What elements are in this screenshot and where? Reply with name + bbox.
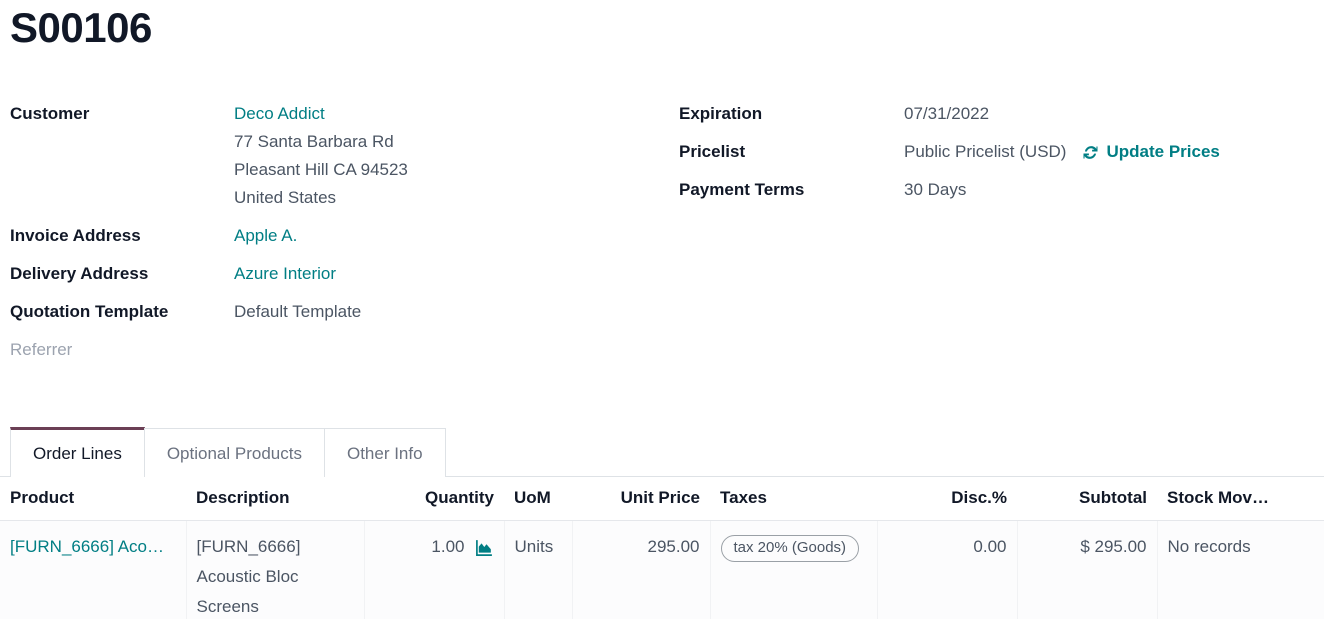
column-header-unit-price[interactable]: Unit Price	[572, 477, 710, 521]
delivery-address-link[interactable]: Azure Interior	[234, 264, 336, 283]
invoice-address-link[interactable]: Apple A.	[234, 226, 297, 245]
field-label-quotation-template: Quotation Template	[10, 302, 169, 321]
cell-stock-moves: No records	[1157, 520, 1324, 619]
field-delivery-address: Delivery Address Azure Interior	[10, 260, 670, 288]
field-expiration: Expiration 07/31/2022	[679, 100, 1319, 128]
customer-address-line-1: 77 Santa Barbara Rd	[234, 132, 394, 151]
tab-order-lines[interactable]: Order Lines	[10, 427, 145, 477]
column-header-stock-moves[interactable]: Stock Mov…	[1157, 477, 1324, 521]
update-prices-label: Update Prices	[1106, 142, 1220, 161]
field-value-delivery-address: Azure Interior	[234, 260, 670, 288]
field-pricelist: Pricelist Public Pricelist (USD) Update …	[679, 138, 1319, 166]
column-header-product[interactable]: Product	[0, 477, 186, 521]
quantity-wrapper: 1.00	[375, 532, 494, 562]
column-header-taxes[interactable]: Taxes	[710, 477, 877, 521]
refresh-icon	[1082, 144, 1099, 161]
product-link[interactable]: [FURN_6666] Aco…	[10, 532, 176, 562]
field-value-customer: Deco Addict 77 Santa Barbara Rd Pleasant…	[234, 100, 670, 212]
customer-address-line-3: United States	[234, 188, 337, 207]
cell-unit-price[interactable]: 295.00	[572, 520, 711, 619]
column-header-description[interactable]: Description	[186, 477, 364, 521]
field-value-expiration[interactable]: 07/31/2022	[904, 100, 1319, 128]
field-label-payment-terms: Payment Terms	[679, 180, 805, 199]
field-label-pricelist: Pricelist	[679, 142, 746, 161]
column-header-discount[interactable]: Disc.%	[877, 477, 1017, 521]
customer-address-line-2: Pleasant Hill CA 94523	[234, 160, 408, 179]
area-chart-icon[interactable]	[475, 538, 494, 557]
field-label-customer: Customer	[10, 104, 90, 123]
sales-order-page: S00106 Customer Deco Addict 77 Santa Bar…	[0, 0, 1324, 619]
quantity-value: 1.00	[431, 537, 465, 556]
form-column-right: Expiration 07/31/2022 Pricelist Public P…	[679, 100, 1319, 214]
tab-optional-products[interactable]: Optional Products	[143, 428, 325, 477]
field-invoice-address: Invoice Address Apple A.	[10, 222, 670, 250]
field-value-payment-terms[interactable]: 30 Days	[904, 176, 1319, 204]
cell-discount[interactable]: 0.00	[877, 520, 1018, 619]
field-value-pricelist: Public Pricelist (USD) Update Prices	[904, 138, 1319, 166]
column-header-quantity[interactable]: Quantity	[364, 477, 504, 521]
form-column-left: Customer Deco Addict 77 Santa Barbara Rd…	[10, 100, 670, 374]
field-label-delivery-address: Delivery Address	[10, 264, 149, 283]
order-lines-header: Product Description Quantity UoM Unit Pr…	[0, 477, 1324, 521]
pricelist-value-text[interactable]: Public Pricelist (USD)	[904, 138, 1066, 166]
field-label-referrer: Referrer	[10, 340, 73, 359]
field-customer: Customer Deco Addict 77 Santa Barbara Rd…	[10, 100, 670, 212]
tab-list: Order Lines Optional Products Other Info	[0, 425, 1324, 477]
column-header-uom[interactable]: UoM	[504, 477, 572, 521]
field-payment-terms: Payment Terms 30 Days	[679, 176, 1319, 204]
field-label-expiration: Expiration	[679, 104, 763, 123]
field-label-invoice-address: Invoice Address	[10, 226, 141, 245]
table-header-row: Product Description Quantity UoM Unit Pr…	[0, 477, 1324, 521]
order-lines-table: Product Description Quantity UoM Unit Pr…	[0, 477, 1324, 619]
page-title: S00106	[10, 4, 152, 51]
field-referrer: Referrer	[10, 336, 670, 364]
order-lines-body: [FURN_6666] Aco… [FURN_6666] Acoustic Bl…	[0, 520, 1324, 619]
cell-subtotal: $ 295.00	[1017, 520, 1158, 619]
cell-taxes[interactable]: tax 20% (Goods)	[710, 520, 878, 619]
field-value-quotation-template[interactable]: Default Template	[234, 298, 670, 326]
update-prices-button[interactable]: Update Prices	[1082, 138, 1220, 166]
cell-uom[interactable]: Units	[504, 520, 573, 619]
tax-badge[interactable]: tax 20% (Goods)	[720, 535, 860, 562]
customer-link[interactable]: Deco Addict	[234, 104, 325, 123]
field-value-invoice-address: Apple A.	[234, 222, 670, 250]
field-quotation-template: Quotation Template Default Template	[10, 298, 670, 326]
table-row[interactable]: [FURN_6666] Aco… [FURN_6666] Acoustic Bl…	[0, 520, 1324, 619]
cell-description[interactable]: [FURN_6666] Acoustic Bloc Screens	[186, 520, 365, 619]
cell-product[interactable]: [FURN_6666] Aco…	[0, 520, 187, 619]
tab-other-info[interactable]: Other Info	[323, 428, 446, 477]
notebook: Order Lines Optional Products Other Info…	[0, 425, 1324, 619]
cell-quantity[interactable]: 1.00	[364, 520, 505, 619]
column-header-subtotal[interactable]: Subtotal	[1017, 477, 1157, 521]
